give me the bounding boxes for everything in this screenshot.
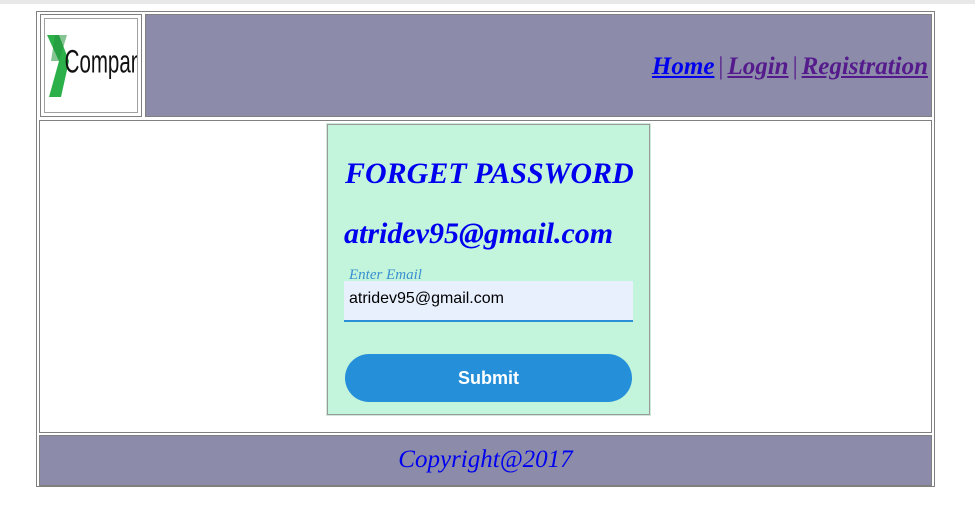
nav-separator: | (792, 53, 798, 80)
browser-top-strip (0, 0, 975, 4)
email-heading: atridev95@gmail.com (344, 217, 614, 250)
x-company-logo-icon: Company (47, 34, 137, 97)
logo-company-text: Company (65, 42, 137, 79)
footer-bar: Copyright@2017 (39, 435, 932, 486)
logo-cell: Company (40, 14, 142, 117)
copyright-text: Copyright@2017 (398, 446, 573, 473)
company-logo: Company (44, 18, 138, 113)
submit-button[interactable]: Submit (345, 354, 632, 402)
main-nav: Home | Login | Registration (652, 53, 928, 81)
nav-link-registration[interactable]: Registration (802, 53, 928, 80)
content-area: FORGET PASSWORD atridev95@gmail.com Ente… (39, 120, 932, 433)
header-bar: Home | Login | Registration (145, 14, 932, 117)
page-table: Company Home|Login|Registration FORGET P… (36, 11, 935, 487)
forget-password-card: FORGET PASSWORD atridev95@gmail.com Ente… (327, 124, 650, 415)
nav-link-home[interactable]: Home (652, 53, 715, 80)
nav-separator: | (718, 53, 724, 80)
nav-link-login[interactable]: Login (727, 53, 788, 80)
email-input[interactable] (344, 281, 633, 322)
form-title: FORGET PASSWORD (345, 157, 634, 190)
